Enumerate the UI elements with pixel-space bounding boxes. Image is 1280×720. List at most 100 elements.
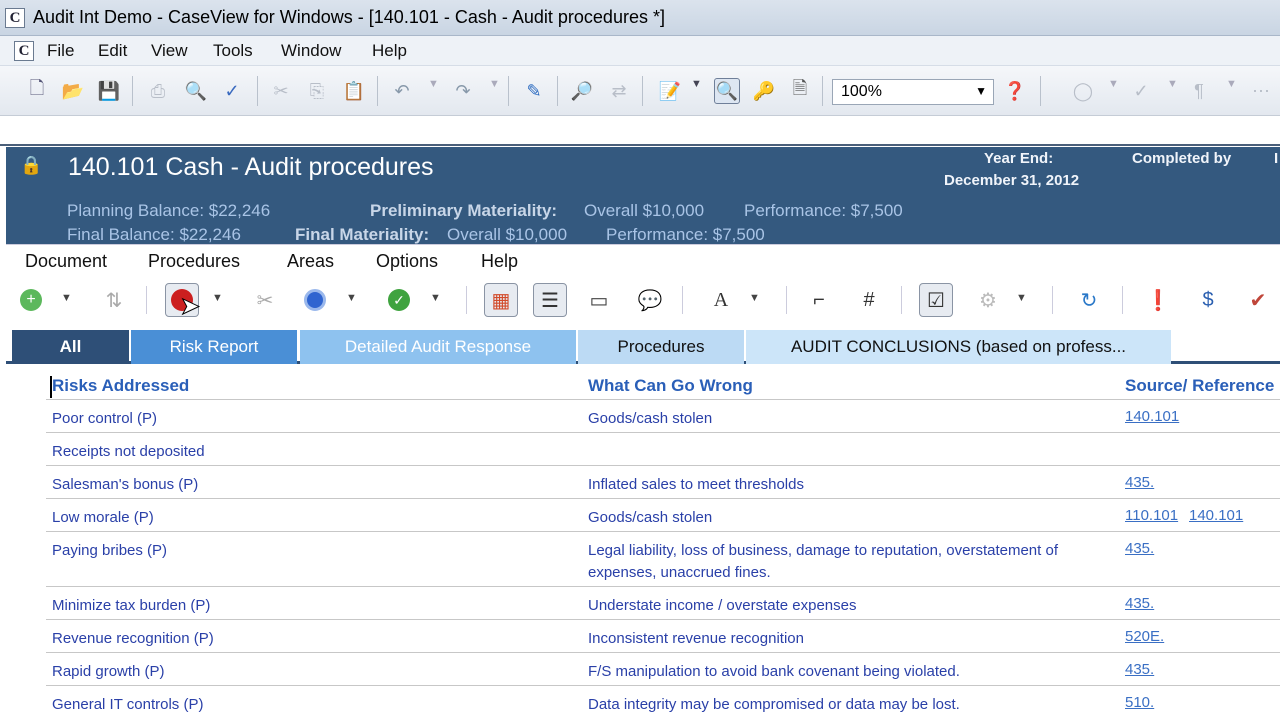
menu-file[interactable]: File	[47, 41, 74, 61]
menu-view[interactable]: View	[151, 41, 188, 61]
tab-risk-report[interactable]: Risk Report	[131, 330, 297, 364]
add-icon[interactable]: +	[14, 283, 48, 317]
tab-procedures[interactable]: Procedures	[578, 330, 744, 364]
ruler-icon[interactable]: ⌐	[802, 283, 836, 317]
risk-cell[interactable]: Rapid growth (P)	[52, 661, 165, 683]
find-icon[interactable]: 🔎	[569, 78, 595, 104]
save-icon[interactable]: 💾	[96, 78, 122, 104]
reference-link[interactable]: 520E.	[1125, 628, 1164, 645]
tab-detailed-audit-response[interactable]: Detailed Audit Response	[300, 330, 576, 364]
crop-icon[interactable]: #	[852, 283, 886, 317]
tab-audit-conclusions[interactable]: AUDIT CONCLUSIONS (based on profess...	[746, 330, 1171, 364]
replace-icon[interactable]: ⇄	[606, 78, 632, 104]
comment-icon[interactable]: 💬	[633, 283, 667, 317]
more-tools-icon[interactable]: ⋯	[1248, 78, 1274, 104]
new-document-icon[interactable]: 🗋	[24, 78, 50, 104]
undo-icon[interactable]: ↶	[389, 78, 415, 104]
print-icon[interactable]: ⎙	[145, 78, 171, 104]
wrong-cell[interactable]: Legal liability, loss of business, damag…	[588, 540, 1118, 584]
wrong-cell[interactable]: Data integrity may be compromised or dat…	[588, 694, 960, 716]
reference-link[interactable]: 510.	[1125, 694, 1154, 711]
menu-window[interactable]: Window	[281, 41, 341, 61]
open-folder-icon[interactable]: 📂	[60, 78, 86, 104]
refresh-icon[interactable]: ↻	[1072, 283, 1106, 317]
tickmark-icon[interactable]: ✓	[1128, 78, 1154, 104]
annotation-dropdown-icon[interactable]: ▼	[1226, 78, 1237, 90]
doc-menu-areas[interactable]: Areas	[287, 251, 334, 272]
redo-icon[interactable]: ↷	[450, 78, 476, 104]
doc-menu-procedures[interactable]: Procedures	[148, 251, 240, 272]
table-row[interactable]: Poor control (P) Goods/cash stolen 140.1…	[46, 399, 1280, 432]
cut-icon[interactable]: ✂	[268, 78, 294, 104]
menu-help[interactable]: Help	[372, 41, 407, 61]
risk-cell[interactable]: Minimize tax burden (P)	[52, 595, 210, 617]
entry-bar[interactable]	[0, 116, 1280, 146]
dollar-icon[interactable]: $	[1191, 283, 1225, 317]
reference-link[interactable]: 140.101	[1125, 408, 1179, 425]
reference-link[interactable]: 435.	[1125, 595, 1154, 612]
table-row[interactable]: Revenue recognition (P) Inconsistent rev…	[46, 619, 1280, 652]
print-preview-icon[interactable]: 🔍	[183, 78, 209, 104]
font-icon[interactable]: A	[704, 283, 738, 317]
add-dropdown-icon[interactable]: ▼	[61, 292, 72, 304]
hide-icon[interactable]: ✂	[248, 283, 282, 317]
wrong-cell[interactable]: Understate income / overstate expenses	[588, 595, 856, 617]
gear-dropdown-icon[interactable]: ▼	[1016, 292, 1027, 304]
undo-dropdown-icon[interactable]: ▼	[428, 78, 439, 90]
gear-icon[interactable]: ⚙	[971, 283, 1005, 317]
zoom-select[interactable]: 100% ▼	[832, 79, 994, 105]
tickmark-dropdown-icon[interactable]: ▼	[1167, 78, 1178, 90]
wrong-cell[interactable]: F/S manipulation to avoid bank covenant …	[588, 661, 960, 683]
edit-pen-icon[interactable]: ✎	[521, 78, 547, 104]
risk-cell[interactable]: Paying bribes (P)	[52, 540, 167, 562]
reference-link[interactable]: 140.101	[1189, 507, 1243, 524]
table-row[interactable]: Low morale (P) Goods/cash stolen 110.101…	[46, 498, 1280, 531]
reference-link[interactable]: 435.	[1125, 661, 1154, 678]
doc-menu-help[interactable]: Help	[481, 251, 518, 272]
risk-cell[interactable]: Low morale (P)	[52, 507, 154, 529]
paste-icon[interactable]: 📋	[341, 78, 367, 104]
menu-edit[interactable]: Edit	[98, 41, 127, 61]
signoff-dropdown-icon[interactable]: ▼	[1108, 78, 1119, 90]
redo-dropdown-icon[interactable]: ▼	[489, 78, 500, 90]
reference-link[interactable]: 110.101	[1125, 507, 1178, 524]
risk-cell[interactable]: Poor control (P)	[52, 408, 157, 430]
issue-icon[interactable]: ❗	[1141, 283, 1175, 317]
caseview-app-icon[interactable]: C	[5, 8, 25, 28]
doc-menu-document[interactable]: Document	[25, 251, 107, 272]
tab-all[interactable]: All	[12, 330, 129, 364]
wrong-cell[interactable]: Inflated sales to meet thresholds	[588, 474, 804, 496]
outline-icon[interactable]: ☰	[533, 283, 567, 317]
risk-cell[interactable]: Salesman's bonus (P)	[52, 474, 198, 496]
menu-tools[interactable]: Tools	[213, 41, 253, 61]
checklist-dropdown-icon[interactable]: ▼	[691, 78, 702, 90]
search-toggle-icon[interactable]: 🔍	[714, 78, 740, 104]
signoff-icon[interactable]: ◯	[1070, 78, 1096, 104]
wrong-cell[interactable]: Inconsistent revenue recognition	[588, 628, 804, 650]
help-icon[interactable]: ❓	[1002, 78, 1028, 104]
complete-dropdown-icon[interactable]: ▼	[430, 292, 441, 304]
table-row[interactable]: Receipts not deposited	[46, 432, 1280, 465]
risk-cell[interactable]: Revenue recognition (P)	[52, 628, 214, 650]
status-icon[interactable]	[298, 283, 332, 317]
complete-check-icon[interactable]: ✓	[382, 283, 416, 317]
table-row[interactable]: Salesman's bonus (P) Inflated sales to m…	[46, 465, 1280, 498]
checklist-icon[interactable]: 📝	[657, 78, 683, 104]
doc-menu-options[interactable]: Options	[376, 251, 438, 272]
reference-link[interactable]: 435.	[1125, 474, 1154, 491]
risk-flag-dropdown-icon[interactable]: ▼	[212, 292, 223, 304]
key-icon[interactable]: 🔑	[751, 78, 777, 104]
doc-check-icon[interactable]: ✔	[1241, 283, 1275, 317]
document-menu-icon[interactable]: C	[14, 41, 34, 61]
table-row[interactable]: General IT controls (P) Data integrity m…	[46, 685, 1280, 720]
font-dropdown-icon[interactable]: ▼	[749, 292, 760, 304]
annotation-icon[interactable]: ¶	[1186, 78, 1212, 104]
calendar-icon[interactable]: ▦	[484, 283, 518, 317]
text-box-icon[interactable]: ▭	[582, 283, 616, 317]
copy-icon[interactable]: ⎘	[304, 78, 330, 104]
table-row[interactable]: Minimize tax burden (P) Understate incom…	[46, 586, 1280, 619]
risk-cell[interactable]: General IT controls (P)	[52, 694, 203, 716]
reference-link[interactable]: 435.	[1125, 540, 1154, 557]
table-row[interactable]: Rapid growth (P) F/S manipulation to avo…	[46, 652, 1280, 685]
risk-cell[interactable]: Receipts not deposited	[52, 441, 205, 463]
